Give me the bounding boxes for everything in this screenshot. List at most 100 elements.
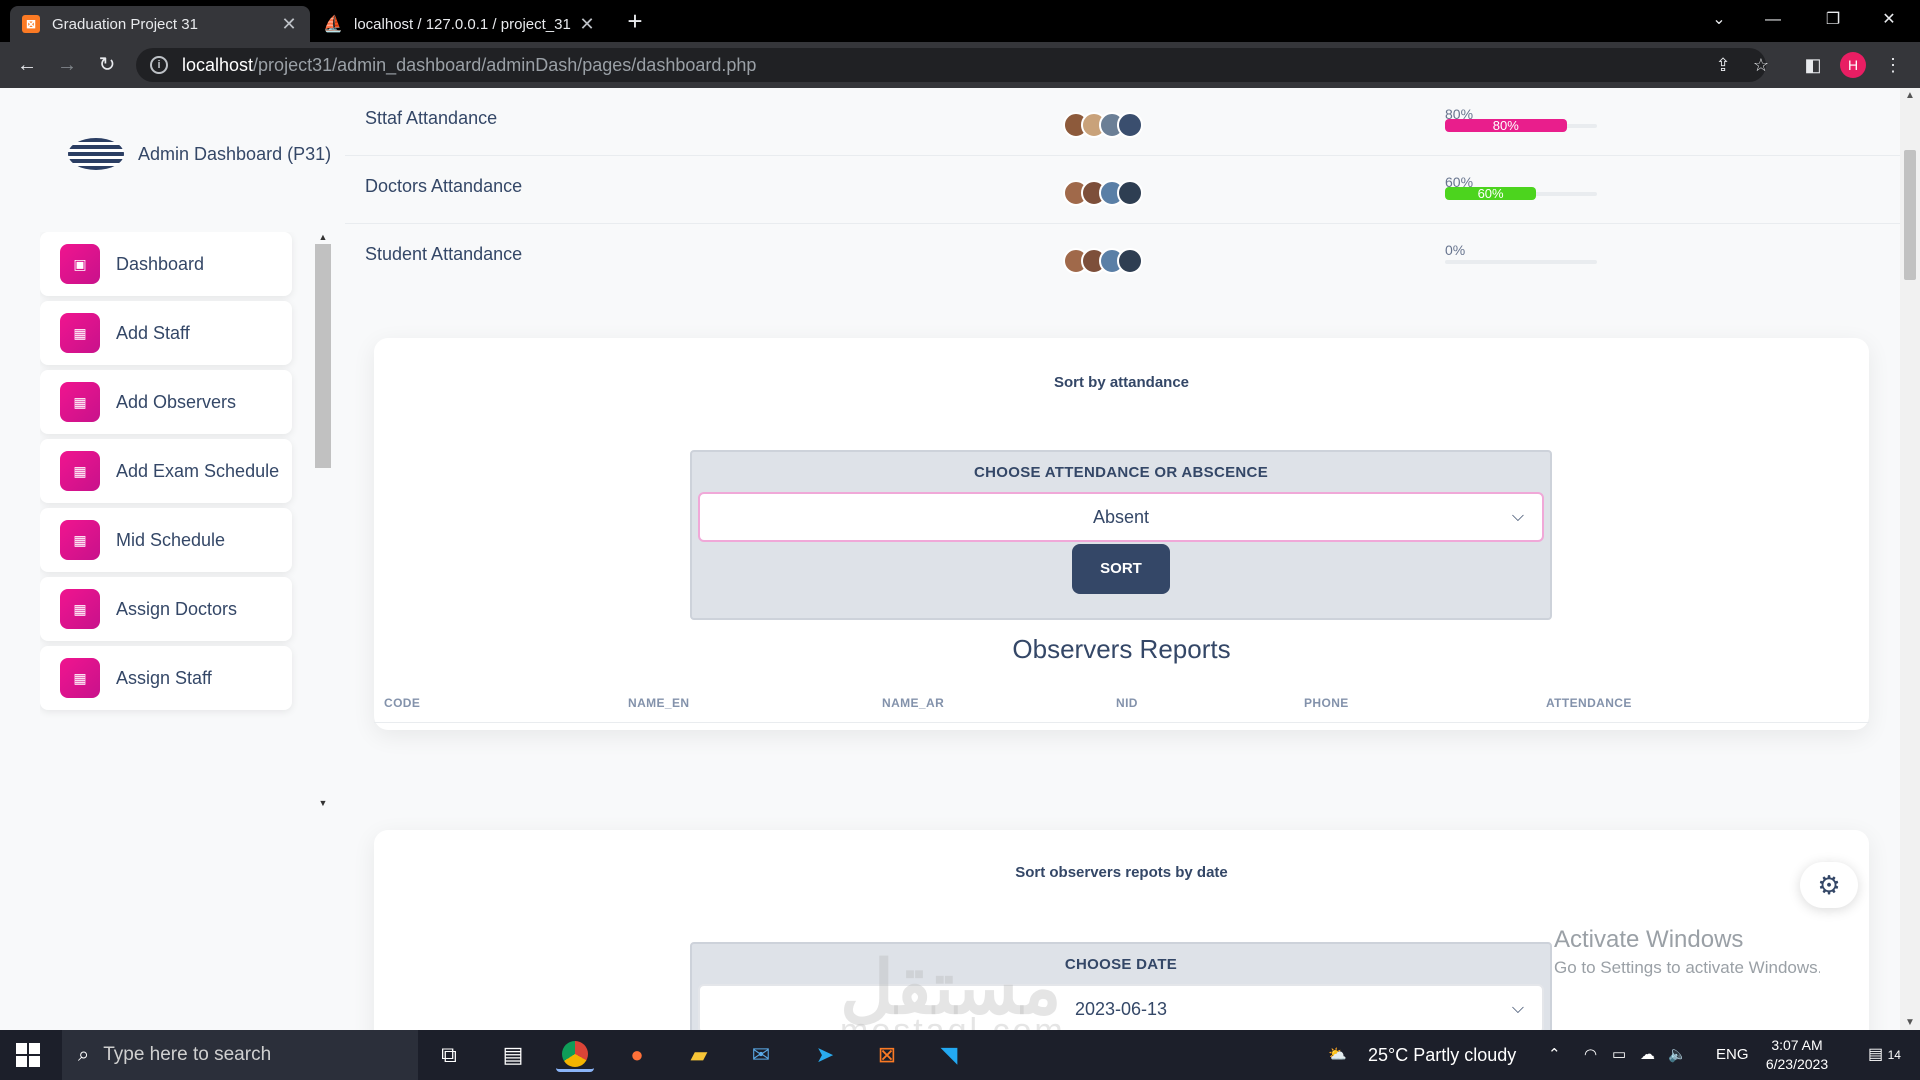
tab-search-icon[interactable]: ⌄ — [1696, 0, 1742, 40]
attendance-filter-form: CHOOSE ATTENDANCE OR ABSCENCE Absent ⌵ S… — [690, 450, 1552, 620]
page-content: Admin Dashboard (P31) ▣ Dashboard ▦ Add … — [0, 88, 1920, 1030]
search-icon: ⌕ — [78, 1043, 90, 1066]
scroll-down-arrow-icon[interactable]: ▼ — [314, 798, 332, 808]
sidebar-item-add-exam-schedule[interactable]: ▦ Add Exam Schedule — [40, 439, 292, 503]
sidebar-brand[interactable]: Admin Dashboard (P31) — [68, 138, 331, 170]
wifi-icon[interactable]: ◠ — [1584, 1030, 1597, 1080]
sidebar-item-mid-schedule[interactable]: ▦ Mid Schedule — [40, 508, 292, 572]
office-icon: ▦ — [60, 589, 100, 629]
task-view-icon[interactable]: ⧉ — [430, 1038, 468, 1072]
firefox-icon[interactable]: ● — [618, 1038, 656, 1072]
telegram-icon[interactable]: ➤ — [806, 1038, 844, 1072]
avatar[interactable] — [1117, 112, 1143, 138]
taskbar-clock[interactable]: 3:07 AM 6/23/2023 — [1752, 1036, 1842, 1074]
mail-icon[interactable]: ✉ — [742, 1038, 780, 1072]
tray-chevron-up-icon[interactable]: ⌃ — [1548, 1030, 1561, 1080]
shop-icon: ▣ — [60, 244, 100, 284]
avatar-group — [1063, 248, 1143, 274]
sidebar-scroll-thumb[interactable] — [315, 244, 331, 468]
date-select[interactable]: 2023-06-13 ⌵ — [698, 984, 1544, 1030]
column-header-code: CODE — [384, 696, 421, 710]
taskbar-search[interactable]: ⌕ Type here to search — [62, 1030, 418, 1080]
brand-title: Admin Dashboard (P31) — [138, 143, 332, 164]
restore-button[interactable]: ❐ — [1810, 0, 1856, 40]
avatar-group — [1063, 112, 1143, 138]
battery-icon[interactable]: ▭ — [1612, 1030, 1626, 1080]
sort-button[interactable]: SORT — [1072, 544, 1170, 594]
sidebar-scrollbar[interactable]: ▲ ▼ — [314, 232, 332, 808]
chevron-down-icon: ⌵ — [1511, 508, 1524, 525]
clock-date: 6/23/2023 — [1765, 1056, 1829, 1072]
close-tab-icon[interactable]: ✕ — [578, 14, 596, 35]
site-info-icon[interactable]: i — [150, 56, 168, 74]
scroll-up-arrow-icon[interactable]: ▲ — [314, 232, 332, 242]
side-panel-icon[interactable]: ◧ — [1800, 52, 1826, 78]
weather-icon[interactable]: ⛅ — [1328, 1030, 1347, 1080]
activate-windows-subtitle: Go to Settings to activate Windows. — [1554, 958, 1820, 977]
phpmyadmin-icon: ⛵ — [323, 16, 343, 33]
menu-kebab-icon[interactable]: ⋮ — [1880, 52, 1906, 78]
attendance-row-students: Student Attandance 0% — [345, 224, 1900, 292]
windows-taskbar: ⌕ Type here to search ⧉ ▤ ● ▰ ✉ ➤ ⊠ ◥ ⛅ … — [0, 1030, 1920, 1080]
sidebar-item-label: Mid Schedule — [116, 529, 226, 550]
sidebar-item-label: Add Observers — [116, 391, 237, 412]
reports-title: Observers Reports — [1012, 634, 1231, 664]
gear-icon[interactable]: ⚙ — [1800, 862, 1858, 908]
bookmark-star-icon[interactable]: ☆ — [1748, 52, 1774, 78]
minimize-button[interactable]: — — [1750, 0, 1796, 40]
sidebar-item-dashboard[interactable]: ▣ Dashboard — [40, 232, 292, 296]
column-header-nid: NID — [1116, 696, 1138, 710]
attendance-select[interactable]: Absent ⌵ — [698, 492, 1544, 542]
url-host: localhost — [182, 54, 254, 75]
attendance-row-staff: Sttaf Attandance 80% 80% — [345, 88, 1900, 156]
progress-bar — [1445, 260, 1597, 264]
vscode-icon[interactable]: ◥ — [930, 1038, 968, 1072]
avatar[interactable] — [1117, 248, 1143, 274]
close-tab-icon[interactable]: ✕ — [280, 14, 298, 35]
xampp-icon: ⊠ — [22, 15, 40, 33]
tab-phpmyadmin[interactable]: ⛵ localhost / 127.0.0.1 / project_31 ✕ — [312, 6, 608, 42]
windows-start-icon[interactable] — [16, 1043, 40, 1067]
language-indicator[interactable]: ENG — [1716, 1030, 1749, 1080]
select-value: Absent — [1092, 507, 1150, 527]
new-tab-button[interactable]: + — [620, 6, 650, 36]
avatar[interactable] — [1117, 180, 1143, 206]
cloud-icon[interactable]: ☁ — [1640, 1030, 1655, 1080]
column-header-attendance: ATTENDANCE — [1546, 696, 1632, 710]
office-icon: ▦ — [60, 658, 100, 698]
file-explorer-icon[interactable]: ▰ — [680, 1038, 718, 1072]
page-scrollbar[interactable]: ▲ ▼ — [1900, 88, 1920, 1030]
chrome-icon[interactable] — [556, 1038, 594, 1072]
close-window-button[interactable]: ✕ — [1866, 0, 1912, 40]
scroll-down-arrow-icon[interactable]: ▼ — [1900, 1017, 1920, 1028]
office-icon: ▦ — [60, 451, 100, 491]
reload-button[interactable]: ↻ — [92, 50, 122, 80]
weather-text[interactable]: 25°C Partly cloudy — [1368, 1030, 1516, 1080]
sidebar-item-add-staff[interactable]: ▦ Add Staff — [40, 301, 292, 365]
sidebar-nav: ▣ Dashboard ▦ Add Staff ▦ Add Observers … — [40, 232, 330, 808]
xampp-taskbar-icon[interactable]: ⊠ — [868, 1038, 906, 1072]
speaker-icon[interactable]: 🔈 — [1668, 1030, 1687, 1080]
microsoft-store-icon[interactable]: ▤ — [494, 1038, 532, 1072]
browser-toolbar: ← → ↻ i localhost/project31/admin_dashbo… — [0, 42, 1920, 88]
progress-bar: 80% — [1445, 119, 1597, 132]
share-icon[interactable]: ⇪ — [1710, 52, 1736, 78]
browser-tab-strip: ⊠ Graduation Project 31 ✕ ⛵ localhost / … — [0, 0, 1920, 42]
page-scroll-thumb[interactable] — [1904, 150, 1916, 280]
address-bar[interactable]: i localhost/project31/admin_dashboard/ad… — [136, 48, 1766, 82]
column-header-name-ar: NAME_AR — [882, 696, 945, 710]
sidebar-item-assign-doctors[interactable]: ▦ Assign Doctors — [40, 577, 292, 641]
back-button[interactable]: ← — [12, 50, 42, 80]
scroll-up-arrow-icon[interactable]: ▲ — [1900, 90, 1920, 101]
attendance-name: Doctors Attandance — [365, 176, 523, 196]
sidebar-item-add-observers[interactable]: ▦ Add Observers — [40, 370, 292, 434]
sidebar-item-label: Add Staff — [116, 322, 190, 343]
progress-fill: 60% — [1445, 187, 1537, 200]
profile-avatar[interactable]: H — [1840, 52, 1866, 78]
forward-button[interactable]: → — [52, 50, 82, 80]
sidebar-item-assign-staff[interactable]: ▦ Assign Staff — [40, 646, 292, 710]
brand-logo — [68, 138, 124, 170]
tab-graduation-project[interactable]: ⊠ Graduation Project 31 ✕ — [10, 6, 310, 42]
office-icon: ▦ — [60, 520, 100, 560]
notification-icon[interactable]: ▤ 14 — [1868, 1030, 1901, 1080]
